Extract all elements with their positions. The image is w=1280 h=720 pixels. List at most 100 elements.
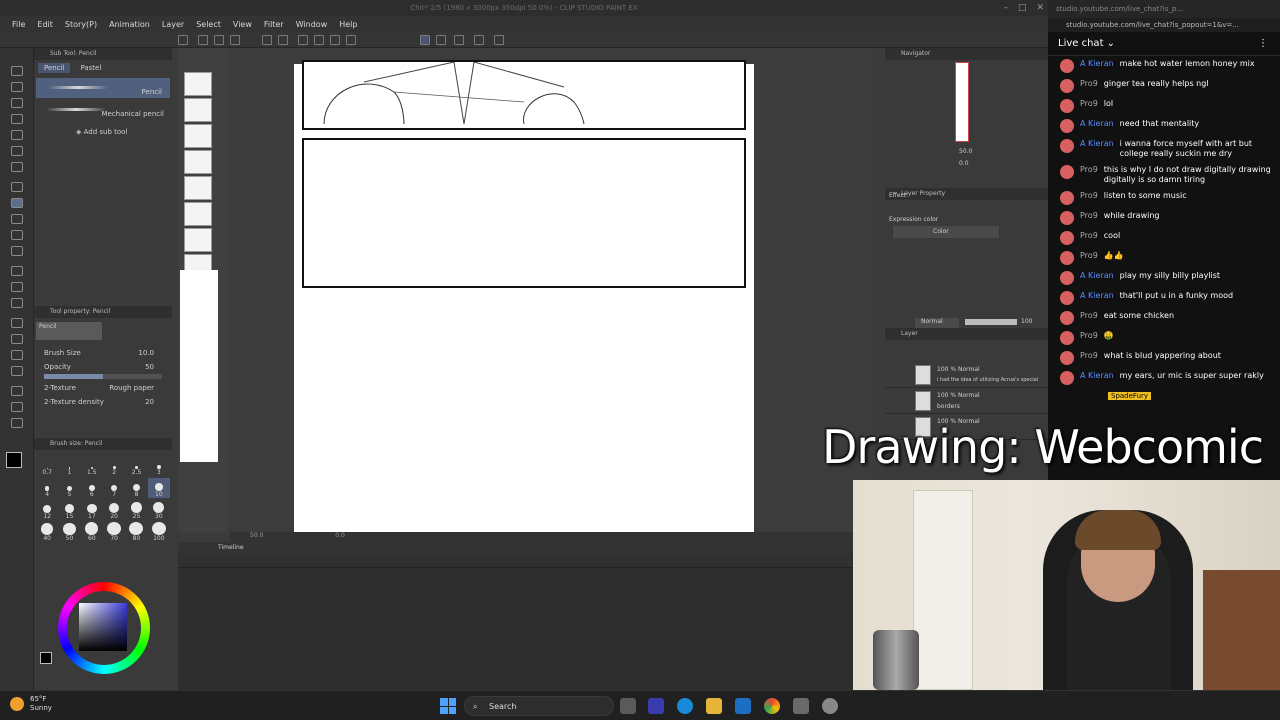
cut-icon[interactable] xyxy=(314,35,324,45)
brush-size-option[interactable]: 1.5 xyxy=(81,456,103,476)
brush-size-option[interactable]: 15 xyxy=(58,500,80,520)
avatar[interactable] xyxy=(1060,291,1074,305)
chat-author[interactable]: A Kieran xyxy=(1080,271,1114,281)
comic-panel-top[interactable] xyxy=(302,60,746,130)
move-tool-icon[interactable] xyxy=(11,82,23,92)
menu-window[interactable]: Window xyxy=(296,20,328,29)
avatar[interactable] xyxy=(1060,79,1074,93)
clear-icon[interactable] xyxy=(298,35,308,45)
task-view-icon[interactable] xyxy=(620,698,636,714)
airbrush-tool-icon[interactable] xyxy=(11,230,23,240)
chat-author[interactable]: Pro9 xyxy=(1080,231,1098,241)
page-thumbnail[interactable] xyxy=(184,150,212,174)
brush-size-option[interactable]: 70 xyxy=(103,522,125,542)
edge-icon[interactable] xyxy=(677,698,693,714)
brush-size-option[interactable]: 50 xyxy=(58,522,80,542)
brush-size-option[interactable]: 17 xyxy=(81,500,103,520)
opacity-row[interactable]: Opacity 50 xyxy=(34,360,172,374)
avatar[interactable] xyxy=(1060,371,1074,385)
avatar[interactable] xyxy=(1060,59,1074,73)
live-chat-title-button[interactable]: Live chat ⌄ xyxy=(1058,38,1115,49)
brush-size-row[interactable]: Brush Size 10.0 xyxy=(34,346,172,360)
menu-layer[interactable]: Layer xyxy=(162,20,184,29)
settings-icon[interactable] xyxy=(494,35,504,45)
chat-author[interactable]: Pro9 xyxy=(1080,251,1098,261)
chat-author[interactable]: Pro9 xyxy=(1080,211,1098,221)
chat-author[interactable]: A Kieran xyxy=(1080,371,1114,381)
chat-author[interactable]: Pro9 xyxy=(1080,331,1098,341)
menu-animation[interactable]: Animation xyxy=(109,20,150,29)
avatar[interactable] xyxy=(1060,119,1074,133)
navigator-angle[interactable]: 0.0 xyxy=(959,160,969,167)
open-icon[interactable] xyxy=(198,35,208,45)
browser-url-bar[interactable]: studio.youtube.com/live_chat?is_popout=1… xyxy=(1048,18,1280,32)
transform-icon[interactable] xyxy=(330,35,340,45)
brush-size-option[interactable]: 5 xyxy=(58,478,80,498)
page-thumbnail[interactable] xyxy=(184,176,212,200)
chat-author[interactable]: Pro9 xyxy=(1080,311,1098,321)
brush-item-mechanical-pencil[interactable]: Mechanical pencil xyxy=(34,100,172,120)
avatar[interactable] xyxy=(1060,331,1074,345)
frame-tool-icon[interactable] xyxy=(11,350,23,360)
brush-size-option[interactable]: 100 xyxy=(148,522,170,542)
expression-color-select[interactable]: Color xyxy=(893,226,999,238)
brush-size-option[interactable]: 2 xyxy=(103,456,125,476)
page-thumbnail[interactable] xyxy=(184,124,212,148)
menu-select[interactable]: Select xyxy=(196,20,221,29)
browser-tab[interactable]: studio.youtube.com/live_chat?is_p... xyxy=(1048,0,1280,18)
figure-tool-icon[interactable] xyxy=(11,334,23,344)
rule-icon[interactable] xyxy=(454,35,464,45)
current-color-swatch[interactable] xyxy=(40,652,52,664)
texture-row[interactable]: 2-Texture Rough paper xyxy=(34,381,172,395)
brush-item-pencil[interactable]: Pencil xyxy=(36,78,170,98)
brush-size-option[interactable]: 25 xyxy=(125,500,147,520)
snap-icon[interactable] xyxy=(420,35,430,45)
menu-file[interactable]: File xyxy=(12,20,25,29)
gradient-tool-icon[interactable] xyxy=(11,318,23,328)
brush-size-option[interactable]: 10 xyxy=(147,478,170,498)
chat-author[interactable]: Pro9 xyxy=(1080,351,1098,361)
decoration-tool-icon[interactable] xyxy=(11,246,23,256)
eyedropper-icon[interactable] xyxy=(11,162,23,172)
page-thumbnail[interactable] xyxy=(184,202,212,226)
mail-icon[interactable] xyxy=(735,698,751,714)
menu-story[interactable]: Story(P) xyxy=(65,20,97,29)
selection-tool-icon[interactable] xyxy=(11,130,23,140)
brush-tool-icon[interactable] xyxy=(11,214,23,224)
brush-size-option[interactable]: 0.7 xyxy=(36,456,58,476)
layer-row[interactable]: 100 % Normal i had the idea of utilizing… xyxy=(885,362,1048,388)
blend-mode-select[interactable]: Normal xyxy=(915,318,959,328)
canvas-zoom[interactable]: 50.0 xyxy=(250,532,263,539)
text-tool-icon[interactable] xyxy=(11,386,23,396)
navigator-preview[interactable] xyxy=(955,62,969,142)
tab-pencil[interactable]: Pencil xyxy=(38,63,71,73)
maximize-icon[interactable]: □ xyxy=(1018,0,1027,16)
ruler-tool-icon[interactable] xyxy=(11,366,23,376)
discord-icon[interactable] xyxy=(793,698,809,714)
save-icon[interactable] xyxy=(214,35,224,45)
brush-size-option[interactable]: 30 xyxy=(148,500,170,520)
menu-edit[interactable]: Edit xyxy=(37,20,53,29)
minimize-icon[interactable]: – xyxy=(1003,0,1008,16)
saturation-value-square[interactable] xyxy=(79,603,127,651)
pencil-tool-icon[interactable] xyxy=(11,198,23,208)
line-tool-icon[interactable] xyxy=(11,418,23,428)
menu-view[interactable]: View xyxy=(233,20,252,29)
brush-size-option[interactable]: 20 xyxy=(103,500,125,520)
chrome-icon[interactable] xyxy=(764,698,780,714)
avatar[interactable] xyxy=(1060,231,1074,245)
brush-size-option[interactable]: 7 xyxy=(103,478,125,498)
avatar[interactable] xyxy=(1060,139,1074,153)
undo-icon[interactable] xyxy=(262,35,272,45)
move-layer-icon[interactable] xyxy=(11,114,23,124)
pen-tool-icon[interactable] xyxy=(11,182,23,192)
avatar[interactable] xyxy=(1060,191,1074,205)
avatar[interactable] xyxy=(1060,271,1074,285)
add-sub-tool-button[interactable]: ◈ Add sub tool xyxy=(34,128,172,136)
auto-select-icon[interactable] xyxy=(11,146,23,156)
chat-author[interactable]: A Kieran xyxy=(1080,139,1114,149)
layer-opacity-slider[interactable] xyxy=(965,319,1017,325)
zoom-tool-icon[interactable] xyxy=(11,66,23,76)
balloon-tool-icon[interactable] xyxy=(11,402,23,412)
chat-author[interactable]: Pro9 xyxy=(1080,99,1098,109)
